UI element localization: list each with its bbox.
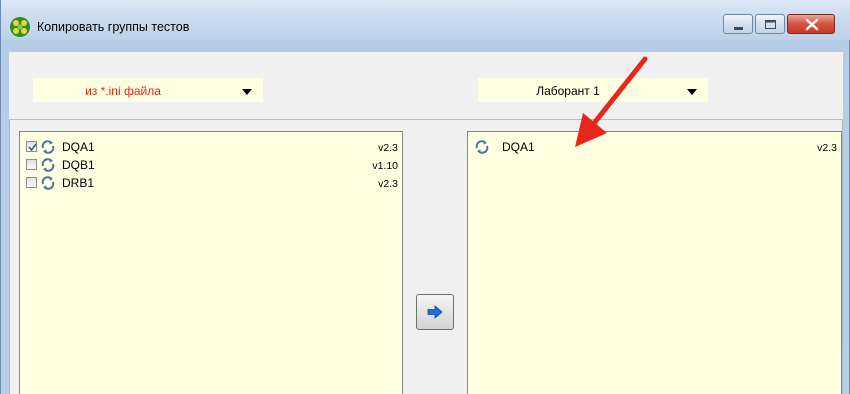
list-item[interactable]: DQB1 v1.10 bbox=[20, 157, 402, 173]
item-name: DQA1 bbox=[502, 140, 535, 154]
target-list[interactable]: DQA1 v2.3 bbox=[467, 131, 842, 394]
refresh-icon bbox=[41, 158, 55, 172]
minimize-button[interactable] bbox=[723, 14, 753, 34]
source-dropdown-value: из *.ini файла bbox=[85, 84, 161, 98]
item-version: v2.3 bbox=[817, 142, 837, 154]
item-checkbox[interactable] bbox=[26, 141, 37, 152]
refresh-icon bbox=[475, 140, 489, 154]
window: Копировать группы тестов из *.ini файла … bbox=[0, 0, 850, 394]
item-name: DRB1 bbox=[62, 176, 95, 190]
source-dropdown[interactable]: из *.ini файла bbox=[33, 78, 263, 102]
item-version: v2.3 bbox=[378, 142, 398, 154]
dropdown-arrow-icon[interactable] bbox=[687, 89, 697, 95]
app-icon bbox=[10, 17, 30, 37]
item-version: v1.10 bbox=[372, 160, 398, 172]
item-checkbox[interactable] bbox=[26, 177, 37, 188]
minimize-icon bbox=[734, 27, 743, 30]
checkmark-icon bbox=[28, 143, 37, 152]
item-name: DQA1 bbox=[62, 140, 95, 154]
item-version: v2.3 bbox=[378, 178, 398, 190]
maximize-icon bbox=[765, 20, 776, 29]
maximize-button[interactable] bbox=[755, 14, 785, 34]
close-button[interactable] bbox=[787, 14, 835, 34]
annotation-arrow-icon bbox=[575, 56, 648, 147]
dropdown-arrow-icon[interactable] bbox=[242, 89, 252, 95]
arrow-right-icon bbox=[427, 305, 443, 319]
item-name: DQB1 bbox=[62, 158, 95, 172]
source-list[interactable]: DQA1 v2.3 DQB1 v1.10 DRB1 v2.3 bbox=[19, 131, 403, 394]
refresh-icon bbox=[41, 176, 55, 190]
title-bar[interactable]: Копировать группы тестов bbox=[1, 0, 850, 40]
close-icon bbox=[805, 18, 819, 31]
window-title: Копировать группы тестов bbox=[37, 20, 190, 34]
item-checkbox[interactable] bbox=[26, 159, 37, 170]
refresh-icon bbox=[41, 140, 55, 154]
copy-to-target-button[interactable] bbox=[416, 294, 454, 330]
list-item[interactable]: DQA1 v2.3 bbox=[20, 139, 402, 155]
list-item[interactable]: DRB1 v2.3 bbox=[20, 175, 402, 191]
